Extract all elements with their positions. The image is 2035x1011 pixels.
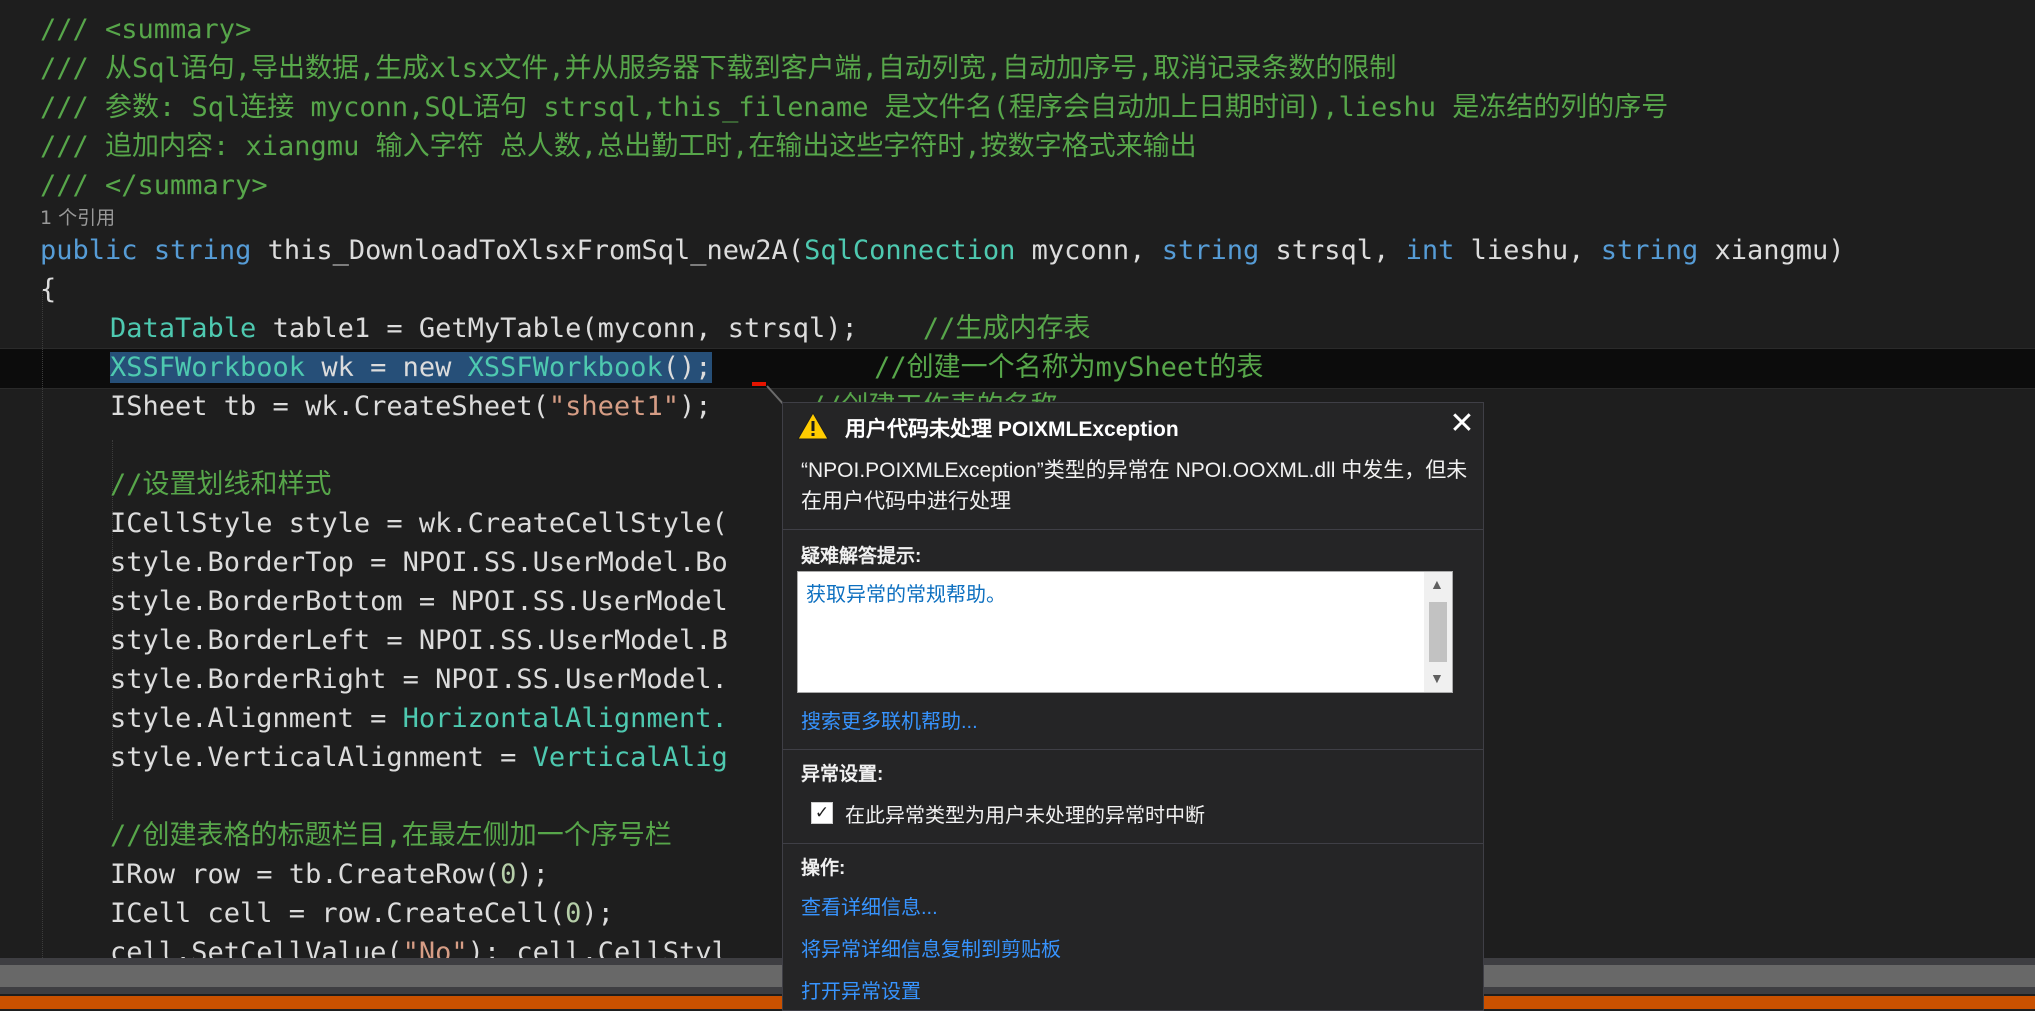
code-line: /// 从Sql语句,导出数据,生成xlsx文件,并从服务器下载到客户端,自动列… bbox=[40, 49, 1396, 88]
open-exception-settings-link[interactable]: 打开异常设置 bbox=[801, 975, 921, 1004]
general-help-link[interactable]: 获取异常的常规帮助。 bbox=[806, 578, 1006, 607]
indent-guide bbox=[42, 290, 43, 958]
scroll-thumb[interactable] bbox=[1429, 602, 1447, 662]
scroll-down-icon[interactable]: ▼ bbox=[1430, 670, 1444, 686]
close-icon[interactable]: ✕ bbox=[1447, 409, 1477, 439]
divider bbox=[783, 749, 1483, 750]
method-signature: public string this_DownloadToXlsxFromSql… bbox=[40, 235, 1845, 266]
code-line: style.BorderTop = NPOI.SS.UserModel.Bo bbox=[110, 547, 728, 578]
code-line: style.VerticalAlignment = VerticalAlig bbox=[110, 742, 728, 773]
checkbox-icon[interactable]: ✓ bbox=[811, 802, 833, 824]
doc-comment: /// <summary> bbox=[40, 14, 252, 45]
code-line: IRow row = tb.CreateRow(0); bbox=[110, 859, 549, 890]
code-line: //创建表格的标题栏目,在最左侧加一个序号栏 bbox=[110, 820, 672, 851]
code-line: style.BorderLeft = NPOI.SS.UserModel.B bbox=[110, 625, 728, 656]
code-line: ICell cell = row.CreateCell(0); bbox=[110, 898, 614, 929]
code-line: { bbox=[40, 274, 57, 305]
code-line: /// <summary> bbox=[40, 10, 251, 49]
code-line: /// 追加内容: xiangmu 输入字符 总人数,总出勤工时,在输出这些字符… bbox=[40, 127, 1197, 166]
reference-count-codelens[interactable]: 1 个引用 bbox=[40, 203, 115, 230]
tips-scrollbar[interactable]: ▲ ▼ bbox=[1424, 572, 1452, 692]
code-line: DataTable table1 = GetMyTable(myconn, st… bbox=[110, 313, 1091, 344]
doc-comment: /// 追加内容: xiangmu 输入字符 总人数,总出勤工时,在输出这些字符… bbox=[40, 131, 1197, 162]
actions-label: 操作: bbox=[801, 858, 846, 879]
code-line: //设置划线和样式 bbox=[110, 469, 332, 500]
code-line: style.Alignment = HorizontalAlignment. bbox=[110, 703, 728, 734]
popup-title: 用户代码未处理 POIXMLException bbox=[845, 418, 1179, 441]
scroll-up-icon[interactable]: ▲ bbox=[1430, 576, 1444, 592]
tips-label: 疑难解答提示: bbox=[801, 546, 922, 567]
doc-comment: /// 从Sql语句,导出数据,生成xlsx文件,并从服务器下载到客户端,自动列… bbox=[40, 53, 1397, 84]
divider bbox=[783, 529, 1483, 530]
exception-helper-popup: 用户代码未处理 POIXMLException ✕ “NPOI.POIXMLEx… bbox=[782, 402, 1484, 1011]
error-squiggle bbox=[752, 382, 766, 386]
exception-description: “NPOI.POIXMLException”类型的异常在 NPOI.OOXML.… bbox=[801, 459, 1468, 513]
warning-icon bbox=[797, 411, 829, 440]
code-line: ICellStyle style = wk.CreateCellStyle( bbox=[110, 508, 728, 539]
copy-details-link[interactable]: 将异常详细信息复制到剪贴板 bbox=[801, 933, 1061, 962]
search-online-help-link[interactable]: 搜索更多联机帮助... bbox=[801, 705, 978, 734]
selected-text: XSSFWorkbook bbox=[110, 352, 306, 383]
doc-comment: /// 参数: Sql连接 myconn,SQL语句 strsql,this_f… bbox=[40, 92, 1669, 123]
code-line: /// </summary> bbox=[40, 166, 268, 205]
code-line: style.BorderBottom = NPOI.SS.UserModel bbox=[110, 586, 728, 617]
code-line: cell.SetCellValue("No"); cell.CellStyl bbox=[110, 937, 728, 958]
divider bbox=[783, 843, 1483, 844]
code-line: /// 参数: Sql连接 myconn,SQL语句 strsql,this_f… bbox=[40, 88, 1668, 127]
doc-comment: /// </summary> bbox=[40, 170, 268, 201]
code-line: style.BorderRight = NPOI.SS.UserModel. bbox=[110, 664, 728, 695]
view-details-link[interactable]: 查看详细信息... bbox=[801, 891, 938, 920]
break-on-exception-label[interactable]: 在此异常类型为用户未处理的异常时中断 bbox=[845, 799, 1205, 828]
popup-header: 用户代码未处理 POIXMLException ✕ bbox=[783, 403, 1483, 447]
exception-settings-label: 异常设置: bbox=[801, 764, 884, 785]
troubleshooting-tips-box: 获取异常的常规帮助。 ▲ ▼ bbox=[797, 571, 1453, 693]
current-code-line: XSSFWorkbook wk = new XSSFWorkbook(); //… bbox=[110, 352, 1264, 383]
